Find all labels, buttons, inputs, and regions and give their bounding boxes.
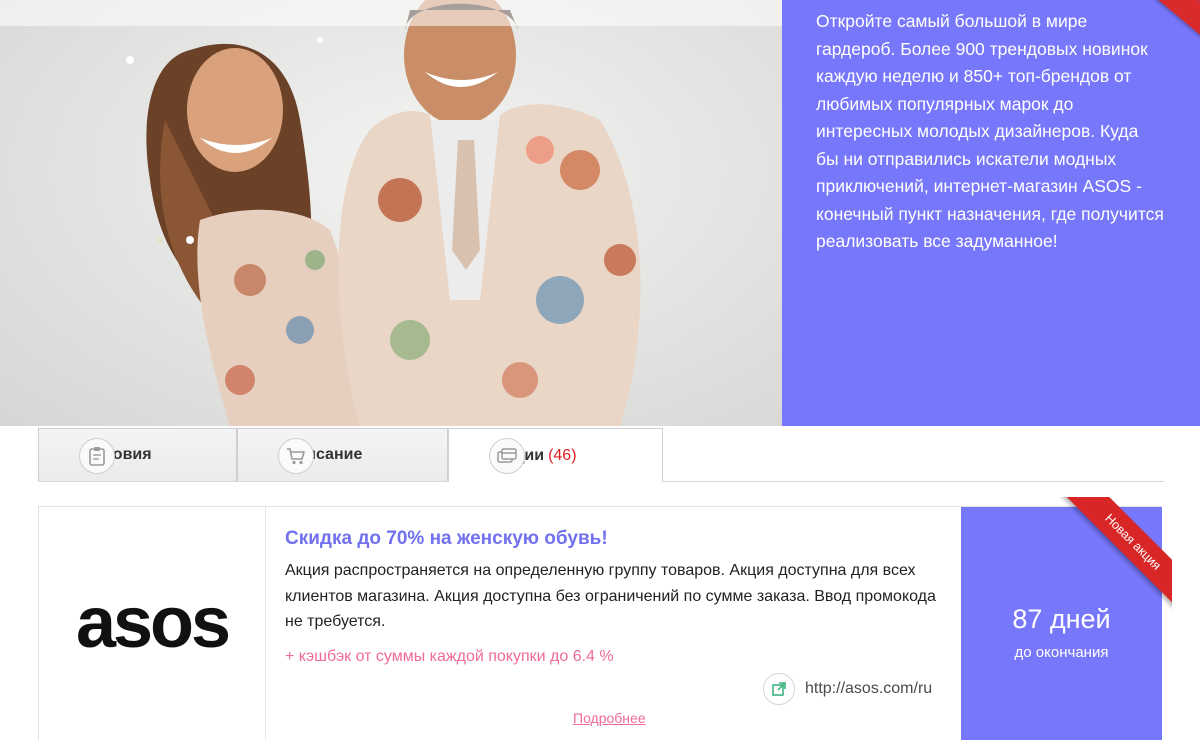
- ribbon-label: Новая акция: [1062, 497, 1172, 613]
- cards-icon: [489, 438, 525, 474]
- days-remaining-box: 87 дней до окончания Новая акция: [961, 497, 1172, 740]
- store-description: Откройте самый большой в мире гардероб. …: [816, 11, 1164, 251]
- offer-description: Акция распространяется на определенную г…: [285, 562, 936, 630]
- couple-photo-illustration: [126, 0, 641, 426]
- brand-logo-cell[interactable]: asos: [39, 507, 266, 740]
- days-caption: до окончания: [1014, 644, 1109, 661]
- store-url[interactable]: http://asos.com/ru: [805, 680, 932, 698]
- store-description-panel: Откройте самый большой в мире гардероб. …: [782, 0, 1200, 426]
- offer-title[interactable]: Скидка до 70% на женскую обувь!: [285, 527, 945, 551]
- clipboard-icon: [79, 438, 115, 474]
- external-link-icon: [763, 673, 795, 705]
- tab-description[interactable]: Описание: [237, 428, 448, 481]
- hero-banner: Откройте самый большой в мире гардероб. …: [0, 0, 1200, 426]
- hero-top-fade: [0, 0, 782, 26]
- store-tabs: Условия Описание Акции(46): [38, 428, 1164, 482]
- more-details-link[interactable]: Подробнее: [573, 710, 646, 726]
- cashback-text: + кэшбэк от суммы каждой покупки до 6.4 …: [285, 647, 614, 665]
- offer-content: Скидка до 70% на женскую обувь! Акция ра…: [285, 527, 945, 666]
- tab-conditions[interactable]: Условия: [38, 428, 237, 481]
- promotions-count: (46): [548, 446, 577, 464]
- asos-logo-text: asos: [76, 597, 229, 657]
- store-link[interactable]: http://asos.com/ru: [763, 673, 932, 705]
- hero-photo: [0, 0, 782, 426]
- offer-card: asos Скидка до 70% на женскую обувь! Акц…: [38, 497, 1172, 740]
- new-offer-ribbon: Новая акция: [1054, 497, 1172, 615]
- cart-icon: [278, 438, 314, 474]
- asos-logo: asos: [76, 597, 232, 657]
- tab-promotions[interactable]: Акции(46): [448, 428, 663, 482]
